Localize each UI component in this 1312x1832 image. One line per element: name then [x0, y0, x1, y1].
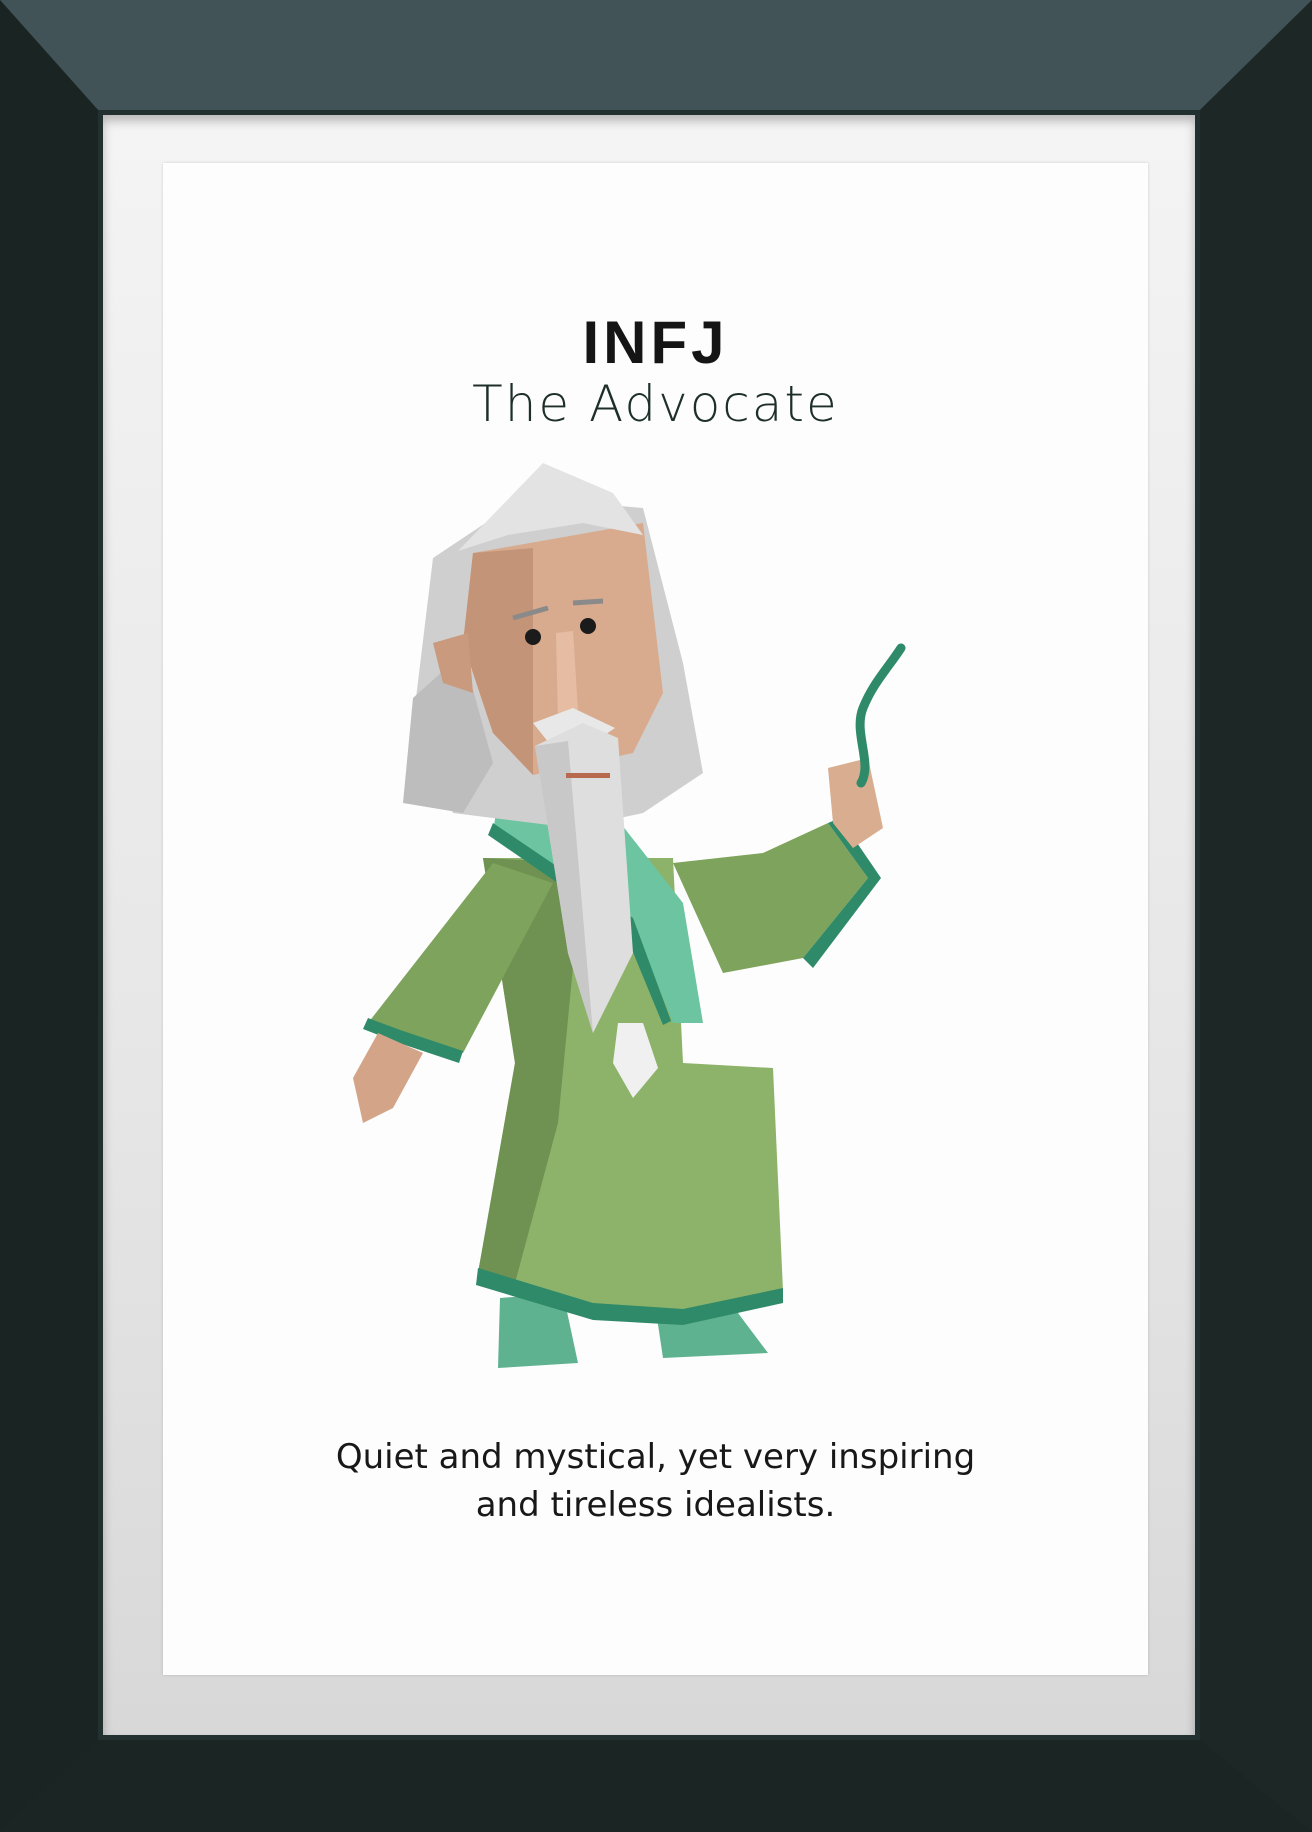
personality-description: Quiet and mystical, yet very inspiring a… — [223, 1433, 1088, 1529]
right-eye — [580, 618, 596, 634]
left-eye — [525, 629, 541, 645]
right-sleeve — [673, 823, 868, 973]
magic-wand-icon — [855, 643, 906, 788]
mouth — [566, 773, 610, 778]
right-brow — [572, 598, 604, 606]
caption-line-1: Quiet and mystical, yet very inspiring — [335, 1437, 976, 1477]
picture-frame: INFJ The Advocate Quiet and mystical, ye… — [0, 0, 1312, 1832]
caption-line-2: and tireless idealists. — [475, 1485, 836, 1525]
poster-card: INFJ The Advocate Quiet and mystical, ye… — [163, 163, 1148, 1675]
